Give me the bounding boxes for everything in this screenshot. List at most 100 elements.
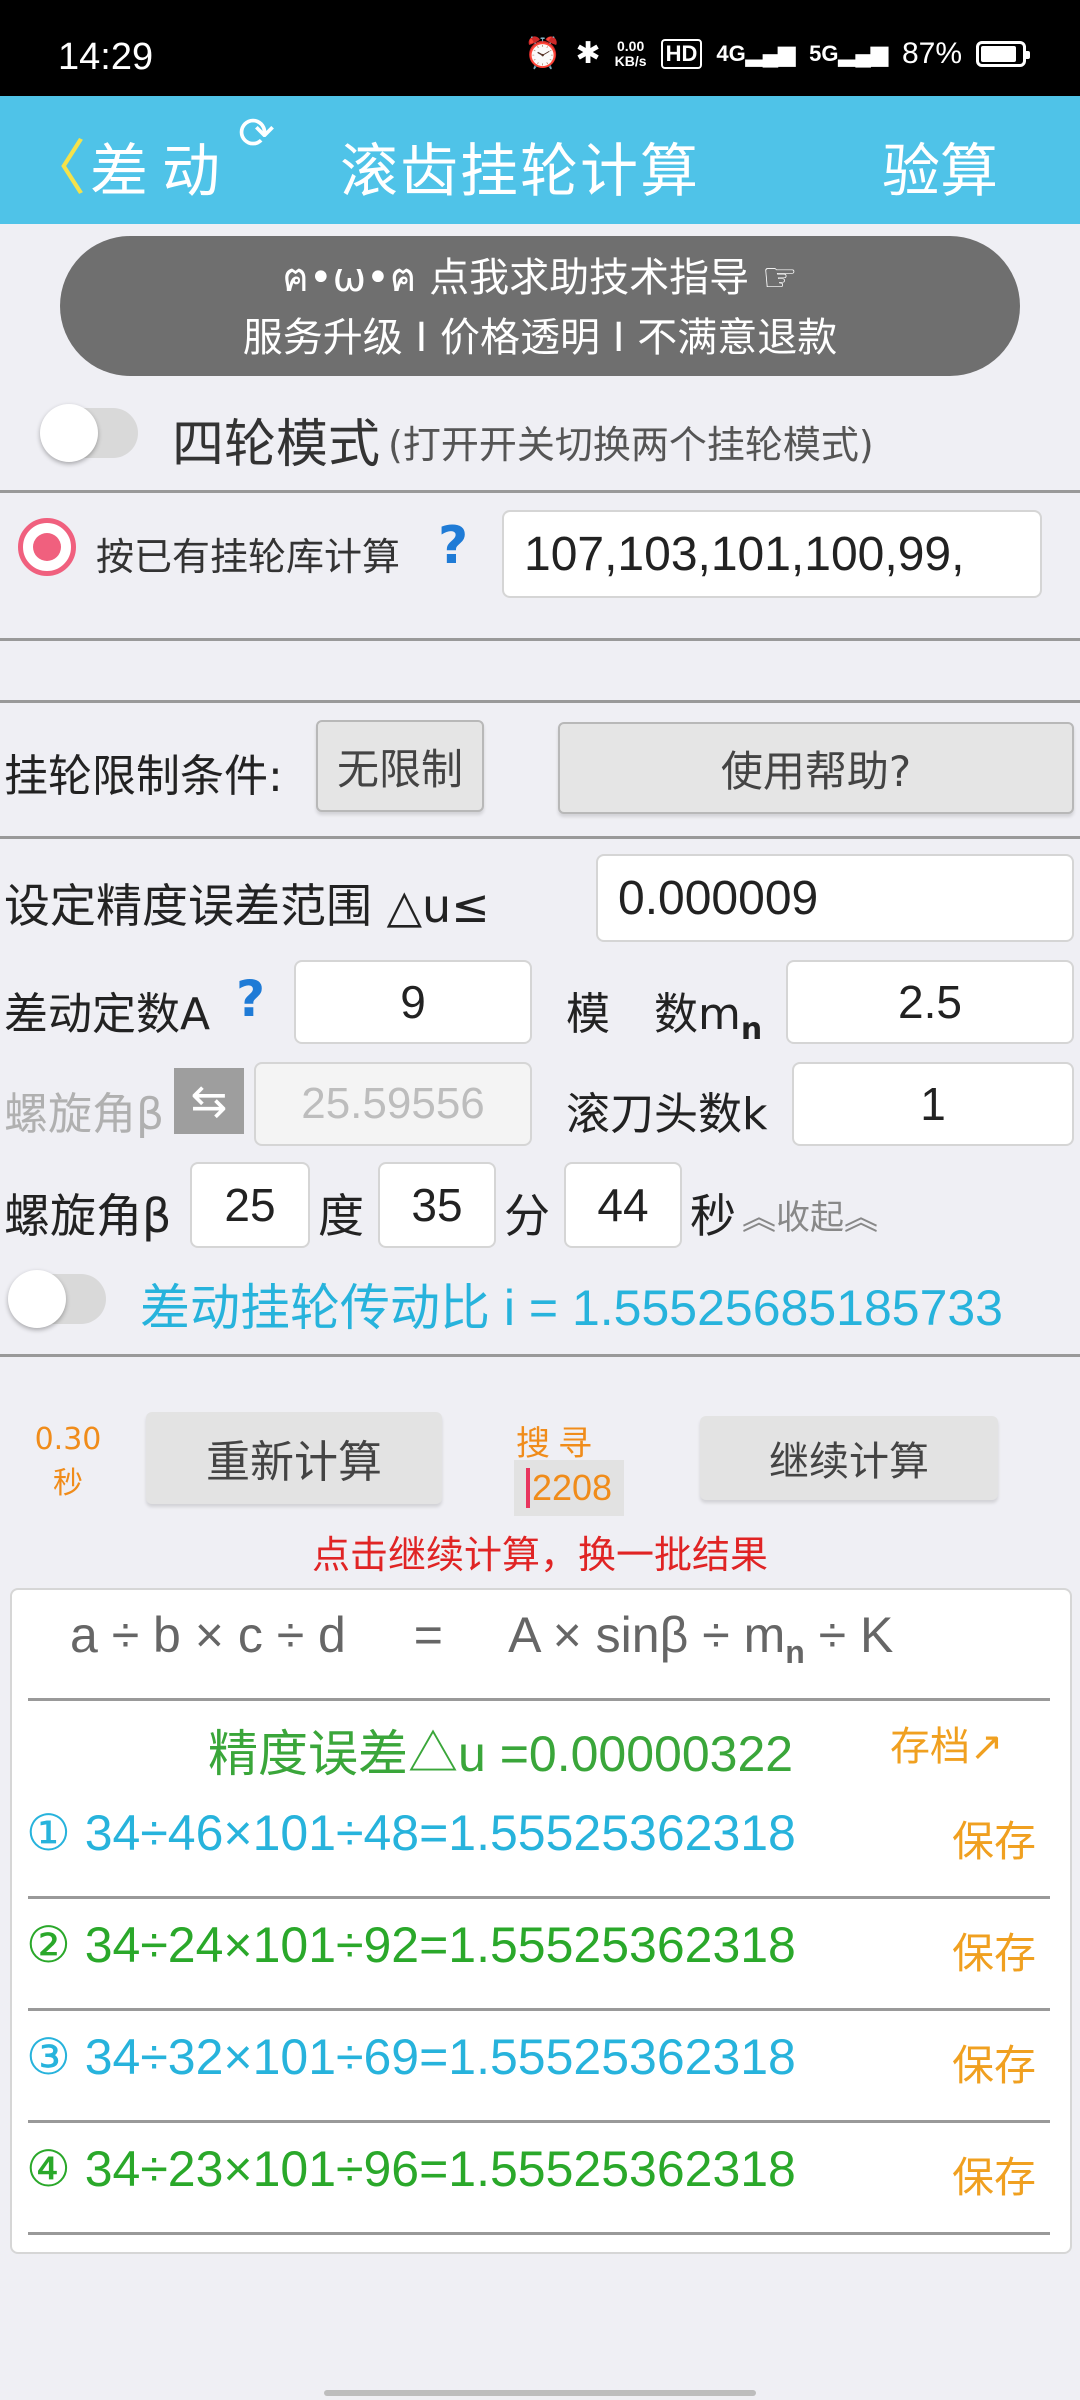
clock: 14:29 bbox=[58, 36, 154, 78]
signal-4g-icon: 4G▂▄▆ bbox=[716, 40, 796, 66]
swap-icon[interactable]: ⇆ bbox=[174, 1068, 244, 1134]
divider bbox=[28, 1896, 1050, 1899]
four-wheel-toggle[interactable] bbox=[40, 404, 138, 462]
result-index: ② bbox=[26, 1917, 71, 1973]
elapsed-value: 0.30 bbox=[34, 1422, 102, 1457]
mode-switch[interactable]: 差动 bbox=[90, 124, 234, 208]
banner-line1: ฅ•ω•ฅ 点我求助技术指导 ☞ bbox=[282, 255, 798, 301]
search-count: 2208 bbox=[514, 1460, 624, 1516]
result-expr: 34÷23×101÷96=1.55525362318 bbox=[84, 2141, 796, 2197]
formula-header: a ÷ b × c ÷ d = A × sinβ ÷ mn ÷ K bbox=[70, 1606, 893, 1671]
banner-line2: 服务升级 I 价格透明 I 不满意退款 bbox=[242, 315, 838, 361]
collapse-link[interactable]: ︽收起︽ bbox=[742, 1190, 878, 1239]
net-speed-unit: KB/s bbox=[614, 52, 647, 69]
save-button[interactable]: 保存 bbox=[952, 1808, 1036, 1869]
limit-label: 挂轮限制条件: bbox=[4, 751, 283, 802]
divider bbox=[0, 700, 1080, 703]
battery-percent: 87% bbox=[901, 36, 962, 70]
search-count-value: 2208 bbox=[531, 1467, 613, 1508]
modulus-subscript: n bbox=[740, 1011, 763, 1047]
divider bbox=[28, 2120, 1050, 2123]
signal-4g-label: 4G bbox=[716, 40, 746, 66]
usage-help-button[interactable]: 使用帮助? bbox=[558, 722, 1074, 814]
back-icon[interactable]: 〈 bbox=[26, 120, 86, 207]
diff-const-label: 差动定数A bbox=[4, 989, 211, 1040]
modulus-input[interactable]: 2.5 bbox=[786, 960, 1074, 1044]
precision-setting-label: 设定精度误差范围 △u≤ bbox=[4, 879, 490, 933]
formula-left: a ÷ b × c ÷ d bbox=[70, 1607, 346, 1663]
continue-button[interactable]: 继续计算 bbox=[700, 1416, 998, 1500]
helix-minute-input[interactable]: 35 bbox=[378, 1162, 496, 1248]
recalculate-button[interactable]: 重新计算 bbox=[146, 1412, 442, 1504]
save-button[interactable]: 保存 bbox=[952, 2032, 1036, 2093]
diff-const-help-icon[interactable]: ? bbox=[236, 970, 265, 1028]
signal-5g-label: 5G bbox=[809, 40, 839, 66]
signal-5g-icon: 5G▂▄▆ bbox=[809, 40, 888, 66]
alarm-icon: ⏰ bbox=[524, 37, 562, 70]
result-expr: 34÷24×101÷92=1.55525362318 bbox=[84, 1917, 796, 1973]
formula-equals: = bbox=[413, 1607, 443, 1663]
gear-library-input[interactable]: 107,103,101,100,99, bbox=[502, 510, 1042, 598]
hob-starts-input[interactable]: 1 bbox=[792, 1062, 1074, 1146]
result-index: ③ bbox=[26, 2029, 71, 2085]
helix-angle-decimal-label: 螺旋角β bbox=[4, 1089, 165, 1140]
app-header: 〈 差动 ⟳ 滚齿挂轮计算 验算 bbox=[0, 96, 1080, 224]
formula-subscript: n bbox=[785, 1634, 805, 1670]
precision-input[interactable]: 0.000009 bbox=[596, 854, 1074, 942]
save-button[interactable]: 保存 bbox=[952, 2144, 1036, 2205]
result-index: ① bbox=[26, 1805, 71, 1861]
text-cursor bbox=[525, 1468, 530, 1508]
toggle-knob bbox=[40, 404, 98, 462]
helix-dms-label: 螺旋角β bbox=[4, 1189, 172, 1243]
ratio-toggle[interactable] bbox=[8, 1270, 106, 1328]
divider bbox=[0, 836, 1080, 839]
modulus-label: 模 数mn bbox=[566, 978, 762, 1047]
elapsed-time: 0.30 秒 bbox=[30, 1418, 106, 1506]
status-bar: 14:29 ⏰ ✱ 0.00 KB/s HD 4G▂▄▆ 5G▂▄▆ 87% bbox=[0, 0, 1080, 96]
limit-button[interactable]: 无限制 bbox=[316, 720, 484, 812]
divider bbox=[28, 2232, 1050, 2235]
battery-icon bbox=[976, 40, 1030, 67]
verify-button[interactable]: 验算 bbox=[882, 124, 998, 208]
result-row: ③ 34÷32×101÷69=1.55525362318 bbox=[26, 2028, 796, 2086]
result-row: ④ 34÷23×101÷96=1.55525362318 bbox=[26, 2140, 796, 2198]
divider bbox=[0, 638, 1080, 641]
four-wheel-hint: (打开开关切换两个挂轮模式) bbox=[388, 423, 874, 467]
page-title: 滚齿挂轮计算 bbox=[340, 137, 701, 205]
second-unit: 秒 bbox=[690, 1189, 736, 1243]
search-label: 搜寻 bbox=[516, 1424, 600, 1464]
hd-icon: HD bbox=[660, 38, 703, 69]
divider bbox=[28, 2008, 1050, 2011]
result-row: ① 34÷46×101÷48=1.55525362318 bbox=[26, 1804, 796, 1862]
helix-angle-decimal-input: 25.59556 bbox=[254, 1062, 532, 1146]
precision-error: 精度误差△u =0.00000322 bbox=[208, 1726, 794, 1782]
net-speed-value: 0.00 bbox=[617, 37, 645, 54]
save-button[interactable]: 保存 bbox=[952, 1920, 1036, 1981]
four-wheel-label: 四轮模式 bbox=[172, 415, 381, 475]
result-expr: 34÷46×101÷48=1.55525362318 bbox=[84, 1805, 796, 1861]
library-radio[interactable] bbox=[18, 518, 76, 576]
formula-right: A × sinβ ÷ m bbox=[508, 1607, 786, 1663]
library-help-icon[interactable]: ? bbox=[438, 516, 468, 576]
transmission-ratio: 差动挂轮传动比 i = 1.55525685185733 bbox=[140, 1280, 1003, 1336]
refresh-icon[interactable]: ⟳ bbox=[238, 108, 275, 159]
formula-tail: ÷ K bbox=[804, 1607, 894, 1663]
result-row: ② 34÷24×101÷92=1.55525362318 bbox=[26, 1916, 796, 1974]
divider bbox=[0, 490, 1080, 493]
diff-const-input[interactable]: 9 bbox=[294, 960, 532, 1044]
result-expr: 34÷32×101÷69=1.55525362318 bbox=[84, 2029, 796, 2085]
minute-unit: 分 bbox=[504, 1189, 550, 1243]
toggle-knob bbox=[8, 1270, 66, 1328]
helix-second-input[interactable]: 44 bbox=[564, 1162, 682, 1248]
helix-degree-input[interactable]: 25 bbox=[190, 1162, 310, 1248]
hob-starts-label: 滚刀头数k bbox=[566, 1089, 768, 1140]
status-icons: ⏰ ✱ 0.00 KB/s HD 4G▂▄▆ 5G▂▄▆ 87% bbox=[524, 36, 1030, 71]
degree-unit: 度 bbox=[318, 1189, 364, 1243]
tech-support-banner[interactable]: ฅ•ω•ฅ 点我求助技术指导 ☞ 服务升级 I 价格透明 I 不满意退款 bbox=[60, 236, 1020, 376]
divider bbox=[0, 1354, 1080, 1357]
elapsed-unit: 秒 bbox=[53, 1466, 83, 1501]
modulus-label-text: 模 数m bbox=[566, 989, 741, 1040]
archive-button[interactable]: 存档↗ bbox=[890, 1714, 1004, 1772]
home-indicator[interactable] bbox=[324, 2390, 756, 2396]
radio-dot bbox=[33, 533, 61, 561]
